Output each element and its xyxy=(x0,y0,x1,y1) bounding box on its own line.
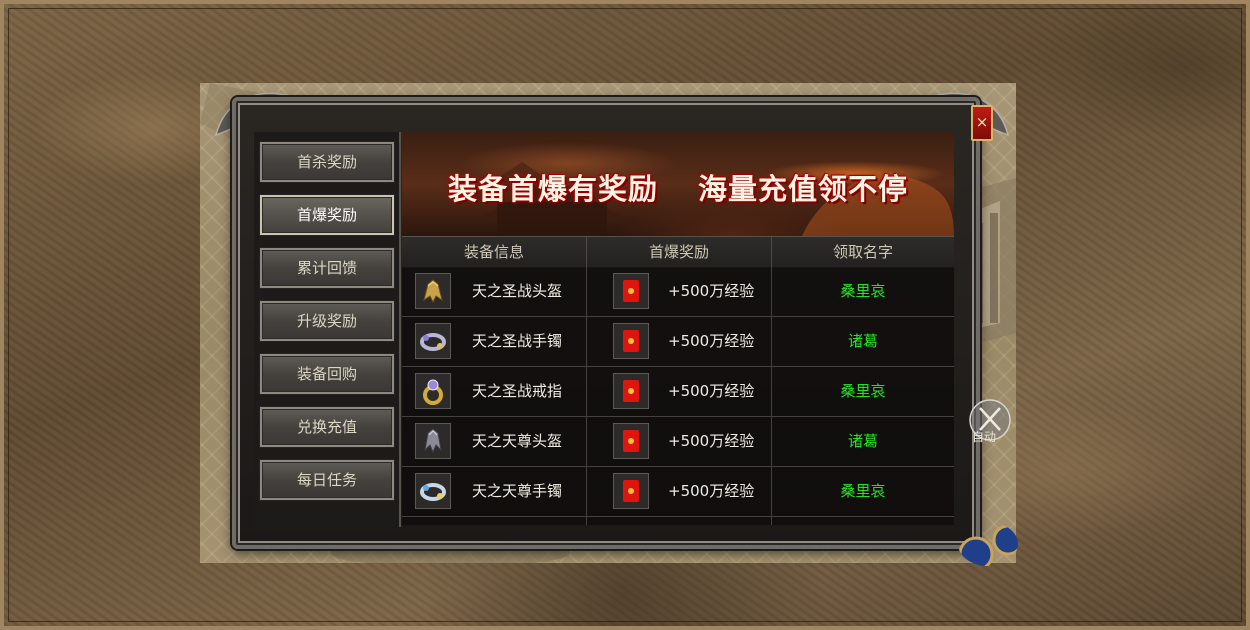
banner-title: 装备首爆有奖励 海量充值领不停 xyxy=(402,166,954,208)
reward-slot[interactable] xyxy=(613,473,649,509)
red-packet-icon xyxy=(623,430,639,452)
reward-text: +500万经验 xyxy=(668,432,755,450)
item-cell xyxy=(402,517,587,525)
item-cell: 天之圣战戒指 xyxy=(402,367,587,416)
red-packet-icon xyxy=(623,330,639,352)
claimer-name: 诸葛 xyxy=(847,432,878,450)
red-packet-icon xyxy=(623,380,639,402)
red-packet-icon xyxy=(623,480,639,502)
item-slot[interactable] xyxy=(415,273,451,309)
reward-slot[interactable] xyxy=(613,423,649,459)
reward-cell xyxy=(587,517,772,525)
sidebar-item-cumulative[interactable]: 累计回馈 xyxy=(259,247,395,289)
reward-text: +500万经验 xyxy=(668,482,755,500)
sidebar-item-level-up[interactable]: 升级奖励 xyxy=(259,300,395,342)
banner-title-right: 海量充值领不停 xyxy=(698,172,909,206)
reward-cell: +500万经验 xyxy=(587,467,772,516)
table-row: 天之圣战戒指 +500万经验 桑里哀 xyxy=(402,367,954,417)
reward-text: +500万经验 xyxy=(668,382,755,400)
claimer-name: 桑里哀 xyxy=(840,382,886,400)
ring-icon xyxy=(423,379,443,405)
claimer-cell: 诸葛 xyxy=(772,317,954,366)
sidebar-item-label: 首杀奖励 xyxy=(296,153,357,171)
column-header-reward: 首爆奖励 xyxy=(587,237,772,267)
helmet-icon xyxy=(423,279,443,304)
red-packet-icon xyxy=(623,280,639,302)
item-slot[interactable] xyxy=(415,373,451,409)
claimer-name: 桑里哀 xyxy=(840,482,886,500)
item-name: 天之圣战手镯 xyxy=(472,332,563,350)
reward-cell: +500万经验 xyxy=(587,367,772,416)
item-cell: 天之圣战头盔 xyxy=(402,267,587,316)
sidebar-item-first-drop[interactable]: 首爆奖励 xyxy=(259,194,395,236)
reward-text: +500万经验 xyxy=(668,282,755,300)
sidebar-item-label: 每日任务 xyxy=(296,471,357,489)
column-header-item: 装备信息 xyxy=(402,237,587,267)
reward-slot[interactable] xyxy=(613,273,649,309)
reward-text: +500万经验 xyxy=(668,332,755,350)
item-slot[interactable] xyxy=(415,323,451,359)
helmet-icon xyxy=(424,428,442,454)
claimer-name: 诸葛 xyxy=(847,332,878,350)
table-row: 天之天尊手镯 +500万经验 桑里哀 xyxy=(402,467,954,517)
item-name: 天之圣战头盔 xyxy=(472,282,563,300)
reward-cell: +500万经验 xyxy=(587,267,772,316)
auto-label: 自动 xyxy=(972,430,997,444)
table-header: 装备信息 首爆奖励 领取名字 xyxy=(402,236,954,268)
reward-slot[interactable] xyxy=(613,373,649,409)
sidebar: 首杀奖励 首爆奖励 累计回馈 升级奖励 装备回购 兑换充值 每日任务 xyxy=(254,132,401,527)
sidebar-item-label: 升级奖励 xyxy=(296,312,357,330)
bracelet-icon xyxy=(420,333,446,351)
reward-cell: +500万经验 xyxy=(587,417,772,466)
item-name: 天之圣战戒指 xyxy=(472,382,563,400)
claimer-cell: 桑里哀 xyxy=(772,467,954,516)
close-icon: × xyxy=(975,113,989,131)
claimer-cell: 桑里哀 xyxy=(772,267,954,316)
table-row xyxy=(402,517,954,525)
column-header-claimer: 领取名字 xyxy=(832,243,893,261)
sidebar-item-label: 累计回馈 xyxy=(296,259,357,277)
item-slot[interactable] xyxy=(415,473,451,509)
item-cell: 天之圣战手镯 xyxy=(402,317,587,366)
skill-orbs[interactable] xyxy=(958,522,1018,566)
sidebar-item-label: 首爆奖励 xyxy=(296,206,357,224)
reward-slot[interactable] xyxy=(613,323,649,359)
item-name: 天之天尊手镯 xyxy=(472,482,563,500)
reward-table: 天之圣战头盔 +500万经验 桑里哀 天之圣战手镯 +500万经验 诸葛 天之圣… xyxy=(402,267,954,525)
sidebar-item-first-kill[interactable]: 首杀奖励 xyxy=(259,141,395,183)
item-cell: 天之天尊手镯 xyxy=(402,467,587,516)
banner-title-left: 装备首爆有奖励 xyxy=(447,172,658,206)
item-cell: 天之天尊头盔 xyxy=(402,417,587,466)
sidebar-item-label: 装备回购 xyxy=(296,365,357,383)
sidebar-item-buyback[interactable]: 装备回购 xyxy=(259,353,395,395)
table-row: 天之天尊头盔 +500万经验 诸葛 xyxy=(402,417,954,467)
item-slot[interactable] xyxy=(415,423,451,459)
claimer-cell: 桑里哀 xyxy=(772,367,954,416)
close-button[interactable]: × xyxy=(971,105,993,141)
table-row: 天之圣战手镯 +500万经验 诸葛 xyxy=(402,317,954,367)
sidebar-item-exchange[interactable]: 兑换充值 xyxy=(259,406,395,448)
claimer-cell: 诸葛 xyxy=(772,417,954,466)
bracelet-icon xyxy=(420,483,446,501)
claimer-cell xyxy=(772,517,954,525)
claimer-name: 桑里哀 xyxy=(840,282,886,300)
promo-banner: 装备首爆有奖励 海量充值领不停 xyxy=(402,132,954,236)
sidebar-item-label: 兑换充值 xyxy=(296,418,357,436)
reward-cell: +500万经验 xyxy=(587,317,772,366)
table-row: 天之圣战头盔 +500万经验 桑里哀 xyxy=(402,267,954,317)
sidebar-item-daily[interactable]: 每日任务 xyxy=(259,459,395,501)
item-name: 天之天尊头盔 xyxy=(472,432,563,450)
